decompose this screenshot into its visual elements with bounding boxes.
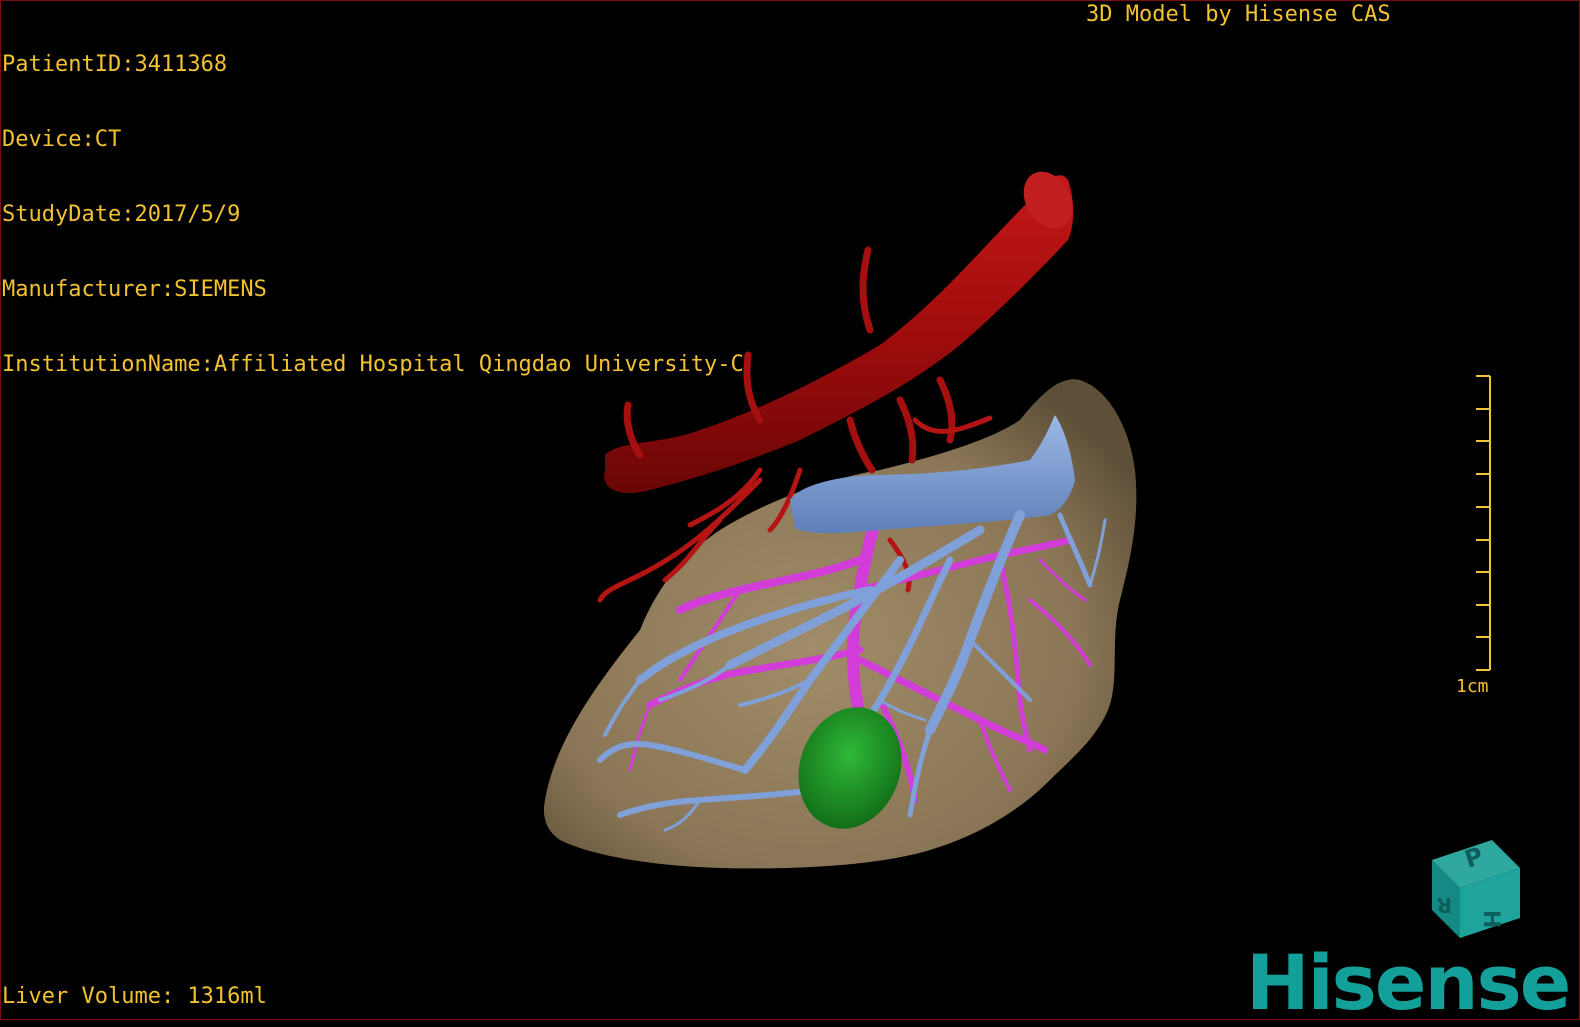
liver-volume: Liver Volume: 1316ml	[2, 984, 267, 1009]
hisense-logo: Hisense	[1246, 938, 1571, 1027]
orientation-cube-icon[interactable]: P H R	[1432, 840, 1520, 938]
model-label: 3D Model by Hisense CAS	[1086, 2, 1391, 27]
scale-bar	[1476, 375, 1491, 671]
patient-info-overlay: PatientID:3411368 Device:CT StudyDate:20…	[2, 2, 744, 402]
study-date: StudyDate:2017/5/9	[2, 202, 241, 227]
svg-text:R: R	[1437, 893, 1452, 917]
institution-name: InstitutionName:Affiliated Hospital Qing…	[2, 352, 744, 377]
svg-text:H: H	[1478, 910, 1503, 928]
device: Device:CT	[2, 127, 122, 152]
patient-id: PatientID:3411368	[2, 52, 228, 77]
manufacturer: Manufacturer:SIEMENS	[2, 277, 267, 302]
scale-label: 1cm	[1456, 676, 1489, 697]
